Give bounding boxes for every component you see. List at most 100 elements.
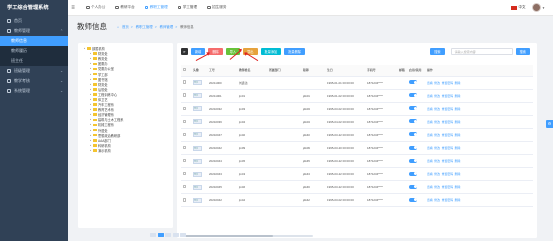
top-nav-item[interactable]: 教研平台 [115, 5, 135, 10]
status-toggle[interactable] [409, 197, 417, 202]
row-action-link[interactable]: 删除 [455, 172, 461, 176]
page-button[interactable] [165, 233, 171, 237]
menu-toggle-icon[interactable]: ≡ [68, 5, 78, 11]
row-action-link[interactable]: 查看 [427, 81, 433, 85]
breadcrumb-item[interactable]: 首页 [122, 25, 129, 29]
row-action-link[interactable]: 查看 [427, 185, 433, 189]
search-input[interactable]: 请输入搜索内容 [450, 48, 513, 55]
row-action-link[interactable]: 重置密码 [442, 107, 454, 111]
row-checkbox[interactable] [183, 158, 187, 163]
row-action-link[interactable]: 删除 [455, 198, 461, 202]
row-action-link[interactable]: 查看 [427, 120, 433, 124]
table-row[interactable]: 预览 20210045 jin46 jdk46 1995-03-22 00:00:00 1… [181, 180, 533, 195]
table-row[interactable]: 预览 20210044 jin45 jdk45 1995-03-22 00:00:00 1… [181, 154, 533, 169]
row-action-link[interactable]: 重置密码 [442, 94, 454, 98]
tree-node[interactable]: ▸ 演示机构 [84, 148, 167, 153]
row-action-link[interactable]: 删除 [455, 107, 461, 111]
row-checkbox[interactable] [183, 145, 187, 150]
settings-icon[interactable]: ⚙ [546, 120, 553, 128]
row-action-link[interactable]: 重置密码 [442, 198, 454, 202]
page-button[interactable] [180, 233, 186, 237]
avatar-thumbnail[interactable]: 预览 [193, 80, 202, 86]
status-toggle[interactable] [409, 132, 417, 137]
row-action-link[interactable]: 删除 [455, 146, 461, 150]
row-action-link[interactable]: 删除 [455, 133, 461, 137]
top-nav-item[interactable]: 个人办公 [86, 5, 105, 10]
row-action-link[interactable]: 修改 [434, 172, 440, 176]
row-action-link[interactable]: 查看 [427, 146, 433, 150]
status-toggle[interactable] [409, 145, 417, 150]
top-nav-item[interactable]: 学工管理 [177, 5, 197, 10]
row-action-link[interactable]: 修改 [434, 94, 440, 98]
sidebar-item[interactable]: 教学考核 ⌄ [0, 76, 68, 86]
row-action-link[interactable]: 删除 [455, 81, 461, 85]
search-button[interactable]: 搜索 [515, 48, 530, 55]
row-action-link[interactable]: 查看 [427, 94, 433, 98]
avatar-thumbnail[interactable]: 预览 [193, 145, 202, 151]
table-row[interactable]: 预览 20210042 jin09 jdk09 1995-03-20 00:00:00 1… [181, 141, 533, 156]
row-action-link[interactable]: 重置密码 [442, 172, 454, 176]
row-action-link[interactable]: 删除 [455, 120, 461, 124]
breadcrumb-item[interactable]: 教师管理 [160, 25, 174, 29]
row-action-link[interactable]: 重置密码 [442, 120, 454, 124]
row-action-link[interactable]: 修改 [434, 133, 440, 137]
sidebar-item[interactable]: 班主任 [0, 56, 68, 66]
scrollbar-thumb[interactable] [183, 235, 273, 237]
row-checkbox[interactable] [183, 80, 187, 84]
row-action-link[interactable]: 删除 [455, 159, 461, 163]
avatar-thumbnail[interactable]: 预览 [193, 132, 202, 138]
status-toggle[interactable] [409, 80, 417, 85]
top-nav-item[interactable]: 教职工管理 [144, 5, 168, 10]
row-action-link[interactable]: 修改 [434, 107, 440, 111]
table-row[interactable]: 预览 20211001 jin01 jdk01 1995-01-02 00:00:00 1… [181, 89, 533, 103]
page-button[interactable] [150, 233, 156, 237]
sidebar-item[interactable]: 班级管理 ⌄ [0, 66, 68, 76]
row-checkbox[interactable] [183, 106, 187, 110]
row-action-link[interactable]: 查看 [427, 159, 433, 163]
row-action-link[interactable]: 查看 [427, 198, 433, 202]
table-row[interactable]: 预览 20210047 jin40 jdk40 1995-03-22 00:00:00 1… [181, 128, 533, 142]
status-toggle[interactable] [409, 106, 417, 111]
row-action-link[interactable]: 删除 [455, 94, 461, 98]
sidebar-item[interactable]: 教师履历 [0, 46, 68, 56]
batch-delete-button[interactable]: 批量删除 [284, 48, 305, 55]
row-action-link[interactable]: 重置密码 [442, 146, 454, 150]
status-toggle[interactable] [409, 184, 417, 189]
row-action-link[interactable]: 修改 [434, 159, 440, 163]
table-row[interactable]: 预览 20210036 jin04 jdk04 1995-04-02 00:00:00 1… [181, 115, 533, 129]
avatar-thumbnail[interactable]: 预览 [193, 93, 202, 99]
row-action-link[interactable]: 查看 [427, 172, 433, 176]
avatar[interactable] [531, 3, 541, 12]
refresh-button[interactable]: ⟳ [181, 48, 188, 55]
row-checkbox[interactable] [183, 198, 187, 202]
status-toggle[interactable] [409, 171, 417, 176]
row-action-link[interactable]: 删除 [455, 185, 461, 189]
avatar-thumbnail[interactable]: 预览 [193, 171, 202, 177]
page-button[interactable] [172, 233, 179, 237]
language-selector[interactable]: 中文 [519, 5, 526, 10]
search-prefix-button[interactable]: 搜索 [430, 48, 445, 55]
row-checkbox[interactable] [183, 93, 187, 97]
add-button[interactable]: 新增 [191, 48, 206, 55]
sidebar-item[interactable]: 教师信息 [0, 36, 68, 46]
row-action-link[interactable]: 重置密码 [442, 185, 454, 189]
avatar-thumbnail[interactable]: 预览 [193, 197, 202, 203]
row-action-link[interactable]: 查看 [427, 107, 433, 111]
row-checkbox[interactable] [183, 185, 187, 189]
sidebar-item[interactable]: 教师管理 ⌃ [0, 26, 68, 36]
page-button-active[interactable] [157, 233, 164, 237]
row-checkbox[interactable] [183, 132, 187, 137]
table-row[interactable]: 预览 20210042 jin42 jdk42 1995-03-02 00:00:00 1… [181, 193, 533, 208]
row-action-link[interactable]: 查看 [427, 133, 433, 137]
sidebar-item[interactable]: 系统管理 ⌄ [0, 86, 68, 96]
row-checkbox[interactable] [183, 172, 187, 176]
row-action-link[interactable]: 重置密码 [442, 81, 454, 85]
checkbox[interactable] [183, 68, 187, 72]
avatar-thumbnail[interactable]: 预览 [193, 106, 202, 112]
status-toggle[interactable] [409, 119, 417, 124]
avatar-thumbnail[interactable]: 预览 [193, 158, 202, 164]
sidebar-item[interactable]: 首页 [0, 16, 68, 26]
breadcrumb-item[interactable]: 教职工管理 [136, 25, 153, 29]
top-nav-item[interactable]: 招生服务 [207, 5, 226, 10]
avatar-thumbnail[interactable]: 预览 [193, 119, 202, 125]
